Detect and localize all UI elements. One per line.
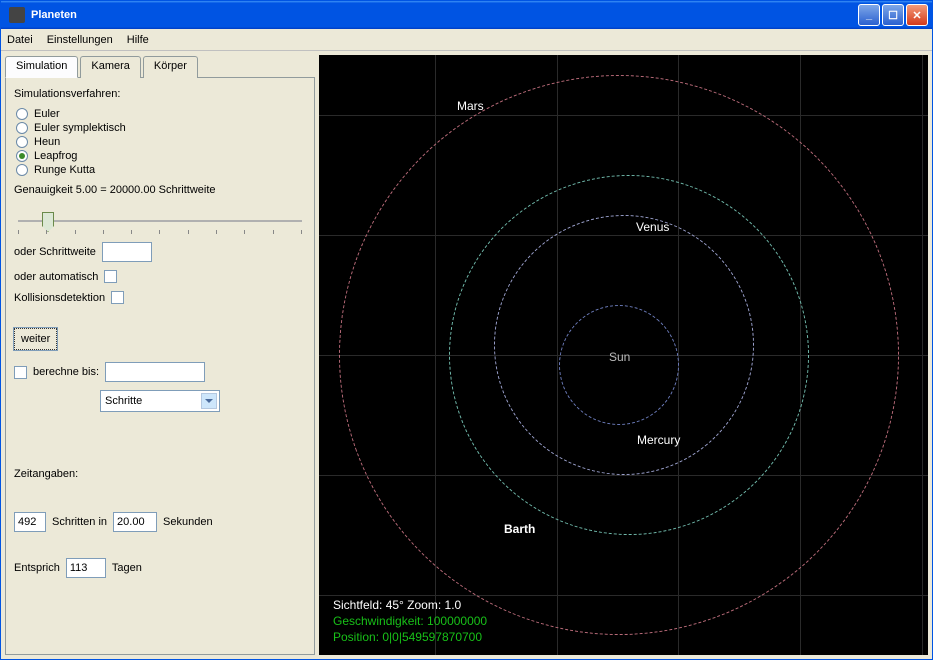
slider-handle[interactable] [42, 212, 54, 232]
genauigkeit-slider[interactable] [18, 212, 302, 234]
tabstrip: Simulation Kamera Körper [5, 55, 315, 77]
schrittweite-input[interactable] [102, 242, 152, 262]
tab-simulation[interactable]: Simulation [5, 56, 78, 78]
radio-runge-kutta[interactable] [16, 164, 28, 176]
tab-koerper[interactable]: Körper [143, 56, 198, 78]
berechne-bis-input[interactable] [105, 362, 205, 382]
tab-body-simulation: Simulationsverfahren: Euler Euler symple… [5, 77, 315, 655]
entspricht-label: Entsprich [14, 562, 60, 574]
tage-input[interactable] [66, 558, 106, 578]
app-window: Planeten _ ☐ ✕ Datei Einstellungen Hilfe… [0, 0, 933, 660]
menu-file[interactable]: Datei [7, 34, 33, 46]
menubar: Datei Einstellungen Hilfe [1, 29, 932, 51]
maximize-button[interactable]: ☐ [882, 4, 904, 26]
label-venus: Venus [636, 220, 669, 234]
titlebar: Planeten _ ☐ ✕ [1, 1, 932, 29]
minimize-button[interactable]: _ [858, 4, 880, 26]
radio-euler-symp-label: Euler symplektisch [34, 122, 126, 134]
genauigkeit-label: Genauigkeit 5.00 = 20000.00 Schrittweite [14, 184, 306, 196]
label-mars: Mars [457, 99, 484, 113]
close-button[interactable]: ✕ [906, 4, 928, 26]
berechne-bis-checkbox[interactable] [14, 366, 27, 379]
method-radio-group: Euler Euler symplektisch Heun Leapfrog R… [16, 108, 306, 176]
radio-heun-label: Heun [34, 136, 60, 148]
status-position: Position: 0|0|549597870700 [333, 629, 487, 645]
tab-kamera[interactable]: Kamera [80, 56, 141, 78]
automatisch-label: oder automatisch [14, 271, 98, 283]
berechne-bis-select-value: Schritte [105, 395, 142, 407]
label-sun: Sun [609, 350, 630, 364]
kollision-label: Kollisionsdetektion [14, 292, 105, 304]
simulation-viewport[interactable]: Sun Mercury Venus Barth Mars Sichtfeld: … [319, 55, 928, 655]
status-sichtfeld: Sichtfeld: 45° Zoom: 1.0 [333, 597, 487, 613]
menu-help[interactable]: Hilfe [127, 34, 149, 46]
radio-euler-label: Euler [34, 108, 60, 120]
radio-heun[interactable] [16, 136, 28, 148]
kollision-checkbox[interactable] [111, 291, 124, 304]
sekunden-label: Sekunden [163, 516, 213, 528]
steps-input[interactable] [14, 512, 46, 532]
schritten-in-label: Schritten in [52, 516, 107, 528]
zeitangaben-label: Zeitangaben: [14, 468, 306, 480]
radio-runge-kutta-label: Runge Kutta [34, 164, 95, 176]
window-title: Planeten [31, 9, 77, 21]
radio-leapfrog-label: Leapfrog [34, 150, 77, 162]
chevron-down-icon [201, 393, 217, 409]
verfahren-label: Simulationsverfahren: [14, 88, 306, 100]
menu-settings[interactable]: Einstellungen [47, 34, 113, 46]
status-overlay: Sichtfeld: 45° Zoom: 1.0 Geschwindigkeit… [333, 597, 487, 645]
radio-euler[interactable] [16, 108, 28, 120]
content-area: Simulation Kamera Körper Simulationsverf… [1, 51, 932, 659]
label-earth: Barth [504, 522, 535, 536]
automatisch-checkbox[interactable] [104, 270, 117, 283]
left-panel: Simulation Kamera Körper Simulationsverf… [5, 55, 315, 655]
app-icon [9, 7, 25, 23]
radio-leapfrog[interactable] [16, 150, 28, 162]
schrittweite-label: oder Schrittweite [14, 246, 96, 258]
label-mercury: Mercury [637, 433, 680, 447]
seconds-input[interactable] [113, 512, 157, 532]
berechne-bis-label: berechne bis: [33, 366, 99, 378]
berechne-bis-select[interactable]: Schritte [100, 390, 220, 412]
status-geschwindigkeit: Geschwindigkeit: 100000000 [333, 613, 487, 629]
weiter-button[interactable]: weiter [14, 328, 57, 350]
tagen-label: Tagen [112, 562, 142, 574]
radio-euler-symp[interactable] [16, 122, 28, 134]
